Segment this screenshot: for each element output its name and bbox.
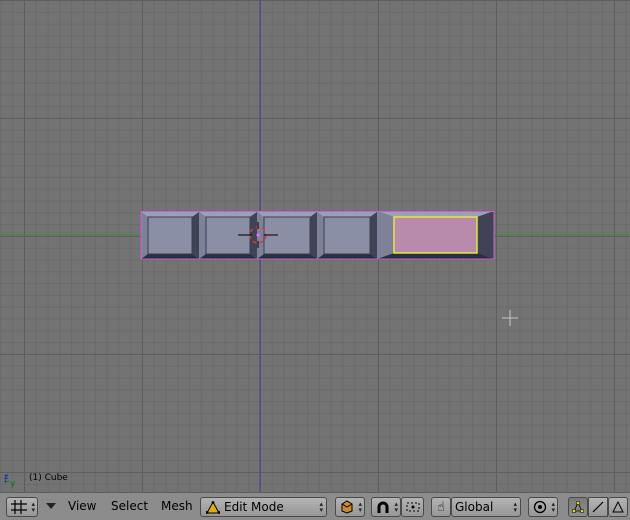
axis-gizmo: z y (4, 473, 18, 491)
magnet-snap-icon (377, 501, 389, 513)
mesh-block-selected (377, 211, 494, 259)
mesh-object[interactable] (140, 211, 495, 260)
axis-y-label: y (10, 479, 16, 488)
face-select-icon (612, 501, 624, 513)
mesh-block (317, 212, 377, 259)
vertex-select-button[interactable] (568, 497, 588, 517)
menu-mesh[interactable]: Mesh (161, 499, 193, 513)
menu-view[interactable]: View (68, 499, 96, 513)
snap-magnet-button[interactable]: ▴ ▾ (371, 497, 401, 517)
proportional-edit-button[interactable]: ▴ ▾ (528, 497, 558, 517)
viewport-canvas[interactable] (0, 0, 630, 492)
pivot-icon (406, 502, 419, 512)
manipulator-hand-icon: ☝ (437, 499, 445, 515)
collapse-arrow-icon[interactable] (46, 503, 56, 509)
vertex-select-icon (572, 501, 584, 513)
mesh-block (141, 212, 199, 259)
3d-viewport[interactable]: z y (1) Cube (0, 0, 630, 492)
window-type-grid-icon (11, 500, 27, 514)
draw-type-cube-icon (341, 500, 353, 514)
orientation-dropdown[interactable]: Global ▴ ▾ (451, 497, 521, 517)
mode-dropdown[interactable]: Edit Mode ▴ ▾ (200, 497, 327, 517)
crosshair-marker (502, 310, 518, 326)
object-info-label: (1) Cube (29, 473, 68, 483)
draw-type-button[interactable]: ▴ ▾ (335, 497, 365, 517)
proportional-edit-icon (533, 500, 547, 514)
manipulator-button[interactable]: ☝ (431, 497, 451, 517)
edit-mode-triangle-icon (206, 501, 220, 514)
pivot-button[interactable] (401, 497, 424, 517)
edge-select-icon (592, 501, 604, 513)
face-select-button[interactable] (608, 497, 628, 517)
view3d-header: ▴ ▾ View Select Mesh Edit Mode ▴ ▾ ▴ ▾ ▴ ▾ (0, 492, 630, 520)
mode-dropdown-value: Edit Mode (224, 500, 284, 514)
menu-select[interactable]: Select (111, 499, 148, 513)
edge-select-button[interactable] (588, 497, 608, 517)
selected-face (393, 216, 478, 254)
orientation-dropdown-value: Global (455, 500, 494, 514)
window-type-button[interactable]: ▴ ▾ (6, 497, 38, 517)
